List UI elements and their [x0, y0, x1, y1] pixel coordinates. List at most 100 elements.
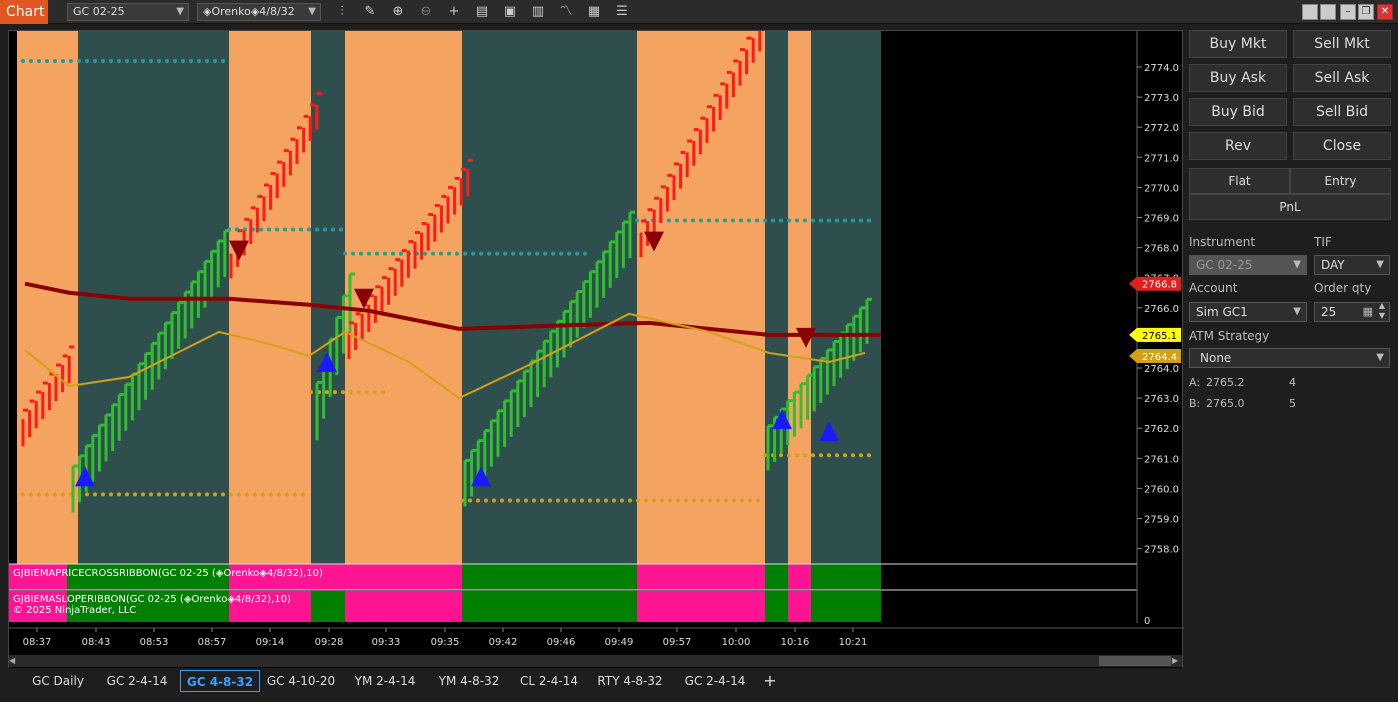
list-icon[interactable]: ☰ — [613, 3, 631, 21]
account-select[interactable]: Sim GC1 ▼ — [1189, 302, 1307, 322]
tab-rty-4-8-32[interactable]: RTY 4-8-32 — [590, 670, 670, 692]
instrument-selector[interactable]: GC 02-25 ▼ — [67, 3, 189, 21]
maximize-panel-icon[interactable] — [1320, 4, 1336, 20]
level-dot — [339, 227, 343, 232]
level-dot — [61, 492, 65, 497]
tab-gc-2-4-14[interactable]: GC 2-4-14 — [98, 670, 176, 692]
add-tab-button[interactable]: + — [758, 670, 782, 692]
level-dot — [495, 251, 499, 256]
level-dot — [675, 218, 679, 223]
ribbon2-segment — [462, 591, 637, 622]
ribbon1-segment — [637, 564, 765, 590]
tab-cl-2-4-14[interactable]: CL 2-4-14 — [512, 670, 586, 692]
level-dot — [732, 498, 736, 503]
buy-bid-button[interactable]: Buy Bid — [1189, 98, 1287, 126]
level-dot — [205, 58, 209, 63]
level-dot — [700, 498, 704, 503]
level-dot — [221, 492, 225, 497]
strategies-icon[interactable]: ▥ — [529, 3, 547, 21]
level-dot — [53, 492, 57, 497]
atm-strategy-label: ATM Strategy — [1189, 329, 1270, 343]
spin-arrows-icon[interactable]: ▲ ▼ — [1379, 301, 1385, 321]
level-dot — [109, 492, 113, 497]
level-dot — [325, 390, 329, 395]
close-position-button[interactable]: Close — [1293, 132, 1391, 160]
time-axis: 08:37 08:43 08:53 08:57 09:14 09:28 09:33 09:35… — [9, 627, 1184, 648]
level-dot — [484, 498, 488, 503]
level-dot — [101, 492, 105, 497]
zoom-out-icon[interactable]: ⊖ — [417, 3, 435, 21]
minimize-icon[interactable]: – — [1340, 4, 1356, 20]
tab-gc-2-4-14-b[interactable]: GC 2-4-14 — [676, 670, 754, 692]
tab-gc-daily[interactable]: GC Daily — [22, 670, 94, 692]
level-dot — [267, 227, 271, 232]
panel2-tick-label: 0 — [1144, 616, 1150, 627]
link-window-icon[interactable] — [1302, 4, 1318, 20]
level-dot — [133, 492, 137, 497]
price-tick-label: 2766.0 — [1144, 304, 1179, 315]
level-dot — [543, 251, 547, 256]
level-dot — [373, 390, 377, 395]
level-dot — [524, 498, 528, 503]
level-dot — [343, 251, 347, 256]
chevron-down-icon: ▼ — [1376, 259, 1384, 270]
sell-ask-button[interactable]: Sell Ask — [1293, 64, 1391, 92]
properties-icon[interactable]: ▦ — [585, 3, 603, 21]
level-dot — [731, 218, 735, 223]
sell-mkt-button[interactable]: Sell Mkt — [1293, 30, 1391, 58]
price-tick-label: 2768.0 — [1144, 244, 1179, 255]
sell-bid-button[interactable]: Sell Bid — [1293, 98, 1391, 126]
price-marker-label: 2765.1 — [1142, 331, 1177, 342]
buy-ask-button[interactable]: Buy Ask — [1189, 64, 1287, 92]
tif-select-value: DAY — [1321, 258, 1345, 272]
background-band — [229, 31, 311, 564]
calculator-icon[interactable]: ▦ — [1363, 303, 1373, 321]
zoom-in-icon[interactable]: ⊕ — [389, 3, 407, 21]
level-dot — [37, 58, 41, 63]
restore-icon[interactable]: ❐ — [1358, 4, 1374, 20]
buy-mkt-button[interactable]: Buy Mkt — [1189, 30, 1287, 58]
tab-gc-4-8-32[interactable]: GC 4-8-32 — [180, 670, 260, 692]
bar-type-selector[interactable]: ◈Orenko◈4/8/32 ▼ — [197, 3, 321, 21]
tab-ym-2-4-14[interactable]: YM 2-4-14 — [346, 670, 424, 692]
scroll-left-icon[interactable]: ◀ — [9, 656, 19, 666]
chart-title-tab[interactable]: Chart — [0, 0, 48, 24]
tab-gc-4-10-20[interactable]: GC 4-10-20 — [262, 670, 340, 692]
drawing-tools-icon[interactable]: 〽 — [557, 3, 575, 21]
level-dot — [532, 498, 536, 503]
atm-strategy-select[interactable]: None ▼ — [1189, 348, 1390, 368]
level-dot — [301, 492, 305, 497]
level-dot — [399, 251, 403, 256]
level-dot — [189, 492, 193, 497]
instrument-select[interactable]: GC 02-25 ▼ — [1189, 255, 1307, 275]
close-window-icon[interactable]: ✕ — [1377, 4, 1393, 20]
indicators-icon[interactable]: ▣ — [501, 3, 519, 21]
level-dot — [341, 390, 345, 395]
scroll-right-icon[interactable]: ▶ — [1172, 656, 1182, 666]
bars-icon[interactable]: ⫶ — [333, 3, 351, 21]
level-dot — [45, 492, 49, 497]
level-dot — [173, 492, 177, 497]
chart-area[interactable]: 2774.0 2773.0 2772.0 2771.0 2770.0 2769.0 2768… — [8, 30, 1184, 670]
chart-scrollbar[interactable]: ◀ ▶ — [9, 655, 1182, 667]
level-dot — [93, 492, 97, 497]
level-dot — [795, 453, 799, 458]
level-dot — [747, 218, 751, 223]
ribbon1-label: GJBIEMAPRICECROSSRIBBON(GC 02-25 (◈Orenk… — [13, 568, 323, 579]
scroll-thumb[interactable] — [1099, 656, 1171, 666]
data-box-icon[interactable]: ▤ — [473, 3, 491, 21]
level-dot — [333, 390, 337, 395]
pencil-icon[interactable]: ✎ — [361, 3, 379, 21]
level-dot — [61, 58, 65, 63]
tif-select[interactable]: DAY ▼ — [1314, 255, 1390, 275]
time-tick-label: 10:21 — [839, 637, 868, 648]
chart-trader-panel: Buy Mkt Sell Mkt Buy Ask Sell Ask Buy Bi… — [1186, 28, 1394, 698]
level-dot — [157, 58, 161, 63]
level-dot — [165, 492, 169, 497]
reverse-button[interactable]: Rev — [1189, 132, 1287, 160]
crosshair-icon[interactable]: + — [445, 3, 463, 21]
tab-ym-4-8-32[interactable]: YM 4-8-32 — [430, 670, 508, 692]
level-dot — [357, 390, 361, 395]
order-qty-stepper[interactable]: 25 ▦ ▲ ▼ — [1314, 301, 1390, 322]
level-dot — [551, 251, 555, 256]
